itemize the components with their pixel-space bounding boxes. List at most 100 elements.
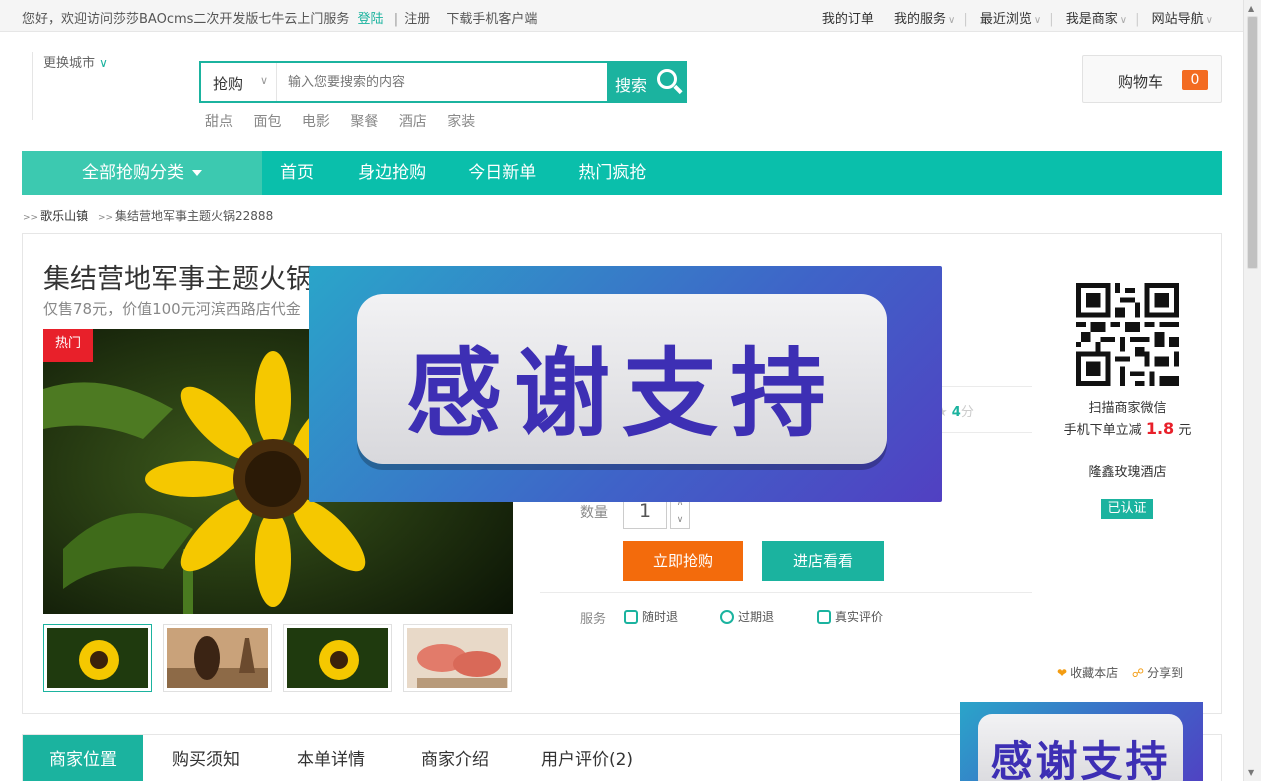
breadcrumb: >> 歌乐山镇 >> 集结营地军事主题火锅22888 bbox=[23, 207, 273, 224]
ad-plate: 感谢支持 bbox=[978, 714, 1183, 781]
user-icon bbox=[817, 610, 831, 624]
download-app-link[interactable]: 下载手机客户端 bbox=[446, 12, 537, 27]
share-link[interactable]: 分享到 bbox=[1147, 666, 1183, 680]
cart-label: 购物车 bbox=[1118, 73, 1164, 91]
visit-shop-button[interactable]: 进店看看 bbox=[762, 541, 884, 581]
chevron-down-icon: ∨ bbox=[259, 74, 268, 87]
my-services-label: 我的服务 bbox=[894, 12, 947, 27]
scrollbar-thumb[interactable] bbox=[1247, 16, 1258, 269]
search-button-label: 搜索 bbox=[615, 76, 648, 95]
merchant-link[interactable]: 我是商家 ∨ bbox=[1066, 12, 1127, 27]
service-refund-expired: 过期退 bbox=[720, 608, 774, 625]
nav-links: 首页 身边抢购 今日新单 热门疯抢 bbox=[262, 151, 664, 195]
all-categories-label: 全部抢购分类 bbox=[82, 163, 184, 183]
tab-location[interactable]: 商家位置 bbox=[23, 735, 143, 781]
breadcrumb-arrow: >> bbox=[23, 213, 39, 223]
main-nav: 全部抢购分类 首页 身边抢购 今日新单 热门疯抢 bbox=[22, 151, 1222, 195]
service-label: 服务 bbox=[580, 612, 607, 627]
top-bar: 您好，欢迎访问莎莎BAOcms二次开发版七牛云上门服务 登陆 | 注册 下载手机… bbox=[0, 0, 1243, 32]
thanks-corner-ad[interactable]: 感谢支持 bbox=[960, 702, 1203, 781]
page-scrollbar[interactable]: ▲ ▼ bbox=[1243, 0, 1261, 781]
store-name[interactable]: 隆鑫玫瑰酒店 bbox=[1060, 461, 1195, 480]
thanks-overlay-ad[interactable]: 感谢支持 bbox=[309, 266, 942, 502]
all-categories-menu[interactable]: 全部抢购分类 bbox=[22, 151, 262, 195]
breadcrumb-current: 集结营地军事主题火锅22888 bbox=[115, 209, 274, 223]
register-link[interactable]: 注册 bbox=[404, 12, 430, 27]
divider: | bbox=[1135, 12, 1140, 27]
hot-word[interactable]: 酒店 bbox=[399, 114, 427, 130]
nav-item-home[interactable]: 首页 bbox=[262, 151, 332, 195]
tab-intro[interactable]: 商家介绍 bbox=[397, 735, 513, 781]
hot-word[interactable]: 聚餐 bbox=[350, 114, 378, 130]
cart-button[interactable]: 购物车 0 bbox=[1082, 55, 1222, 103]
hot-word[interactable]: 家装 bbox=[447, 114, 475, 130]
hot-word[interactable]: 电影 bbox=[302, 114, 330, 130]
favorite-store-link[interactable]: 收藏本店 bbox=[1070, 666, 1118, 680]
divider: | bbox=[963, 12, 968, 27]
chevron-down-icon[interactable]: ∨ bbox=[671, 512, 689, 529]
breadcrumb-arrow: >> bbox=[97, 213, 114, 223]
heart-icon: ❤ bbox=[1057, 666, 1068, 680]
search-icon bbox=[657, 69, 677, 89]
scan-line-1: 扫描商家微信 bbox=[1088, 401, 1167, 416]
search-type-select[interactable]: 抢购 ∨ bbox=[201, 63, 277, 101]
share-icon: ☍ bbox=[1131, 666, 1145, 680]
chevron-down-icon: ∨ bbox=[1205, 15, 1213, 26]
search-type-value: 抢购 bbox=[213, 75, 244, 93]
search-button[interactable]: 搜索 bbox=[607, 63, 685, 101]
nav-item-today[interactable]: 今日新单 bbox=[448, 151, 554, 195]
top-bar-left: 您好，欢迎访问莎莎BAOcms二次开发版七牛云上门服务 登陆 | 注册 下载手机… bbox=[22, 8, 537, 27]
recent-browse-label: 最近浏览 bbox=[979, 12, 1032, 27]
rating-unit: 分 bbox=[960, 405, 974, 420]
search-box: 抢购 ∨ 搜索 bbox=[199, 61, 687, 103]
merchant-label: 我是商家 bbox=[1065, 12, 1118, 27]
qr-code bbox=[1076, 283, 1179, 386]
city-switch-label: 更换城市 bbox=[43, 56, 96, 71]
tab-notice[interactable]: 购买须知 bbox=[148, 735, 264, 781]
service-text: 过期退 bbox=[738, 610, 775, 624]
login-link[interactable]: 登陆 bbox=[358, 12, 384, 27]
my-services-link[interactable]: 我的服务 ∨ bbox=[894, 12, 955, 27]
scroll-up-icon[interactable]: ▲ bbox=[1248, 4, 1254, 13]
ad-text: 感谢支持 bbox=[990, 737, 1171, 781]
thumbnail-image bbox=[47, 628, 148, 688]
thumbnail[interactable] bbox=[163, 624, 272, 692]
hot-word[interactable]: 面包 bbox=[253, 114, 281, 130]
buy-now-button[interactable]: 立即抢购 bbox=[623, 541, 743, 581]
clock-icon bbox=[720, 610, 734, 624]
divider: | bbox=[1049, 12, 1054, 27]
city-switcher[interactable]: 更换城市 ∨ bbox=[32, 52, 108, 120]
scan-wechat-text: 扫描商家微信 手机下单立减 1.8 元 bbox=[1060, 399, 1195, 441]
tab-details[interactable]: 本单详情 bbox=[273, 735, 389, 781]
thumbnail[interactable] bbox=[283, 624, 392, 692]
service-text: 真实评价 bbox=[835, 610, 884, 624]
scroll-down-icon[interactable]: ▼ bbox=[1248, 768, 1254, 777]
caret-down-icon bbox=[192, 170, 202, 176]
nav-item-hot[interactable]: 热门疯抢 bbox=[558, 151, 664, 195]
currency-label: 元 bbox=[1178, 423, 1192, 438]
discount-label: 手机下单立减 bbox=[1063, 423, 1142, 438]
nav-item-nearby[interactable]: 身边抢购 bbox=[336, 151, 444, 195]
site-nav-link[interactable]: 网站导航 ∨ bbox=[1152, 12, 1213, 27]
thumbnail[interactable] bbox=[403, 624, 512, 692]
service-real-review: 真实评价 bbox=[817, 608, 883, 625]
my-orders-link[interactable]: 我的订单 bbox=[822, 12, 874, 27]
thumbnail[interactable] bbox=[43, 624, 152, 692]
hot-word[interactable]: 甜点 bbox=[205, 114, 233, 130]
ad-text: 感谢支持 bbox=[406, 338, 838, 450]
search-input[interactable] bbox=[279, 63, 607, 101]
refund-icon bbox=[624, 610, 638, 624]
tab-reviews[interactable]: 用户评价(2) bbox=[521, 735, 653, 781]
store-actions: ❤ 收藏本店 ☍ 分享到 bbox=[1057, 664, 1183, 681]
breadcrumb-city[interactable]: 歌乐山镇 bbox=[40, 209, 88, 223]
top-bar-right: 我的订单 我的服务 ∨ | 最近浏览 ∨ | 我是商家 ∨ | 网站导航 ∨ bbox=[806, 8, 1213, 27]
hot-badge: 热门 bbox=[43, 329, 93, 362]
chevron-down-icon: ∨ bbox=[948, 15, 956, 26]
recent-browse-link[interactable]: 最近浏览 ∨ bbox=[980, 12, 1041, 27]
rating-score: 4 bbox=[951, 405, 961, 420]
hot-words: 甜点 面包 电影 聚餐 酒店 家装 bbox=[205, 111, 491, 131]
discount-amount: 1.8 bbox=[1145, 419, 1175, 438]
cart-count-badge: 0 bbox=[1182, 70, 1208, 90]
welcome-text: 您好，欢迎访问莎莎BAOcms二次开发版七牛云上门服务 bbox=[22, 12, 350, 27]
chevron-down-icon: ∨ bbox=[99, 56, 108, 70]
